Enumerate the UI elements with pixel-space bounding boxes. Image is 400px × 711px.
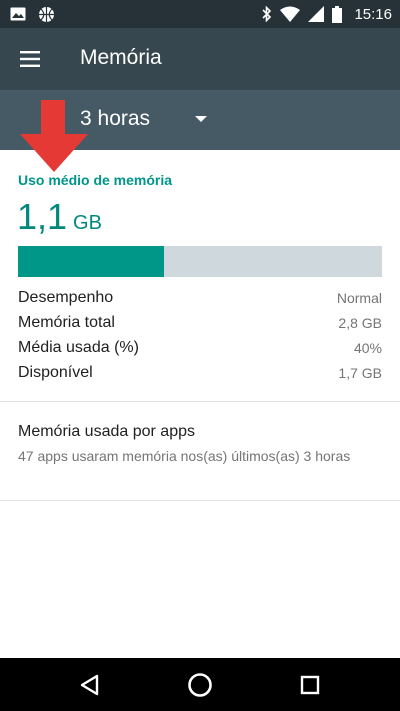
average-memory-number: 1,1	[17, 196, 68, 237]
bluetooth-icon	[262, 6, 272, 22]
stat-row-available: Disponível 1,7 GB	[18, 361, 382, 385]
status-bar: 15:16	[0, 0, 400, 28]
app-bar: Memória	[0, 28, 400, 90]
stat-label: Média usada (%)	[18, 339, 139, 356]
memory-usage-bar	[18, 246, 382, 277]
apps-memory-subtitle: 47 apps usaram memória nos(as) últimos(a…	[18, 448, 351, 464]
stat-value: 1,7 GB	[338, 365, 382, 381]
menu-button[interactable]	[15, 45, 45, 73]
status-left-icons	[10, 5, 55, 23]
recents-icon	[300, 675, 320, 695]
status-right-icons: 15:16	[262, 5, 392, 23]
page-title: Memória	[80, 46, 162, 69]
wifi-icon	[280, 6, 301, 22]
basketball-icon	[39, 6, 54, 22]
back-button[interactable]	[72, 667, 108, 703]
menu-icon	[20, 51, 40, 67]
stat-value: 2,8 GB	[338, 315, 382, 331]
back-icon	[80, 674, 99, 696]
recents-button[interactable]	[292, 667, 328, 703]
battery-icon	[332, 5, 343, 23]
home-icon	[188, 673, 212, 697]
dropdown-arrow-icon	[195, 116, 207, 122]
memory-used-by-apps-item[interactable]: Memória usada por apps 47 apps usaram me…	[0, 403, 400, 501]
stat-row-average-used: Média usada (%) 40%	[18, 336, 382, 360]
apps-memory-title: Memória usada por apps	[18, 423, 195, 440]
navigation-bar	[0, 658, 400, 711]
average-memory-unit: GB	[73, 212, 102, 234]
section-title: Uso médio de memória	[18, 172, 173, 188]
stat-row-total-memory: Memória total 2,8 GB	[18, 311, 382, 335]
divider	[0, 401, 400, 402]
stat-row-performance: Desempenho Normal	[18, 286, 382, 310]
divider	[0, 500, 400, 501]
stat-value: Normal	[336, 290, 382, 306]
status-time: 15:16	[354, 5, 392, 23]
cell-signal-icon	[308, 6, 325, 22]
home-button[interactable]	[182, 667, 218, 703]
memory-usage-fill	[18, 246, 164, 277]
stat-label: Desempenho	[18, 289, 114, 306]
stat-label: Disponível	[18, 364, 93, 381]
annotation-arrow-icon	[20, 100, 88, 172]
average-memory-value: 1,1 GB	[17, 196, 102, 238]
image-icon	[10, 7, 26, 21]
stat-value: 40%	[353, 340, 382, 356]
stat-label: Memória total	[18, 314, 115, 331]
